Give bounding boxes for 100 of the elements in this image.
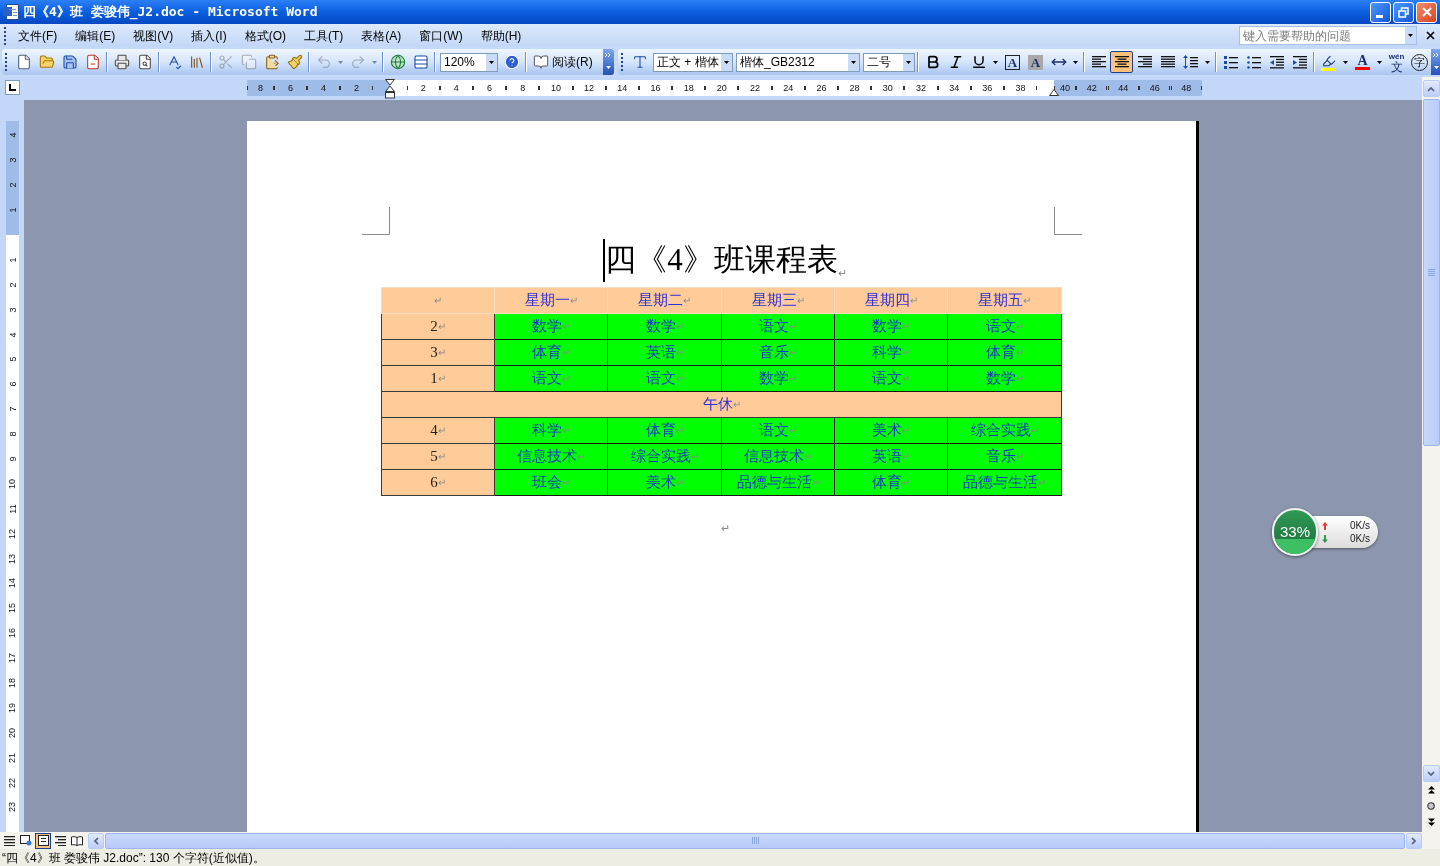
arrow-down-icon (1322, 534, 1328, 543)
view-button[interactable] (35, 832, 51, 849)
ruler-number: 26 (816, 83, 827, 93)
table-cell: 综合实践↵ (948, 418, 1062, 444)
restore-button[interactable] (1393, 1, 1414, 23)
phonetic-guide-button[interactable]: wén 文 (1385, 51, 1408, 73)
table-cell: 信息技术↵ (722, 444, 835, 470)
table-cell: 综合实践↵ (608, 444, 722, 470)
indent-marker-icon[interactable] (385, 79, 395, 99)
ruler-number: 3 (7, 307, 18, 313)
menu-item[interactable]: 帮助(H) (471, 25, 531, 46)
left-tab-icon (9, 84, 16, 91)
column-header: 星期四↵ (835, 287, 948, 314)
table-cell: 美术↵ (608, 470, 722, 496)
ruler-number: 1 (7, 257, 18, 263)
help-search-field[interactable]: 键入需要帮助的问题 (1239, 26, 1417, 45)
minimize-icon (1376, 14, 1383, 18)
upload-speed: 0K/s (1349, 519, 1370, 532)
blank-page-icon (15, 54, 32, 70)
web-page-icon (20, 835, 32, 846)
restore-icon (1398, 6, 1409, 18)
menu-item[interactable]: 插入(I) (182, 25, 236, 46)
caret-down-icon (1377, 60, 1382, 64)
table-cell: 体育↵ (608, 418, 722, 444)
ruler-number: 10 (7, 478, 18, 489)
page-icon (37, 835, 49, 846)
ruler-number: 20 (7, 727, 18, 738)
ruler-number: 15 (7, 603, 18, 614)
menu-item[interactable]: 窗口(W) (410, 25, 472, 46)
ruler-number: 8 (258, 83, 263, 93)
menu-item[interactable]: 表格(A) (352, 25, 411, 46)
close-icon (1421, 7, 1432, 17)
chevrons-caret-icon (605, 53, 612, 71)
ruler-number: 6 (288, 83, 293, 93)
right-indent-marker-icon[interactable] (1049, 89, 1059, 96)
row-header: 3↵ (381, 340, 495, 366)
ruler-number: 4 (7, 132, 18, 138)
row-header: 2↵ (381, 314, 495, 340)
ruler-number: 4 (321, 83, 326, 93)
zoom-field[interactable]: 120% (440, 52, 498, 72)
table-cell: 午休↵ (381, 392, 1062, 418)
document-minus-icon (84, 54, 101, 70)
table-cell: 数学↵ (948, 366, 1062, 392)
table-icon (412, 54, 429, 70)
column-header: 星期五↵ (948, 287, 1062, 314)
toolbar-options-button[interactable] (1431, 49, 1440, 75)
ruler-number: 3 (7, 157, 18, 163)
align-center-icon (1114, 56, 1129, 68)
menu-item[interactable]: 格式(O) (235, 25, 295, 46)
table-cell: 数学↵ (608, 314, 722, 340)
style-field[interactable]: 正文 + 楷体 (653, 52, 733, 72)
printer-icon (113, 54, 130, 70)
table-cell: 音乐↵ (948, 444, 1062, 470)
font-size-field[interactable]: 二号 (863, 52, 915, 72)
double-up-arrow-icon (1427, 786, 1435, 794)
status-text: “四《4》班 娄骏伟 J2.doc”: 130 个字符(近似值)。 (2, 849, 265, 866)
font-color-button[interactable]: A (1351, 51, 1374, 73)
open-book-icon (533, 54, 549, 70)
scroll-up-button[interactable] (1422, 80, 1440, 97)
column-header: 星期三↵ (722, 287, 835, 314)
menu-item[interactable]: 文件(F) (9, 25, 67, 46)
document-title: 四《4》班课程表↵ (605, 241, 847, 280)
menu-item[interactable]: 编辑(E) (66, 25, 125, 46)
ruler-number: 8 (7, 431, 18, 437)
read-button[interactable]: 阅读(R) (529, 51, 601, 73)
chevron-right-icon (1411, 836, 1417, 845)
table-cell: 语文↵ (722, 418, 835, 444)
ruler-number: 28 (849, 83, 860, 93)
minimize-button[interactable] (1370, 1, 1391, 23)
ruler-number: 16 (7, 628, 18, 639)
ruler-number: 44 (1118, 83, 1129, 93)
ruler-number: 2 (420, 83, 426, 93)
scrollbar-thumb[interactable] (1422, 99, 1440, 446)
scroll-right-button[interactable] (1406, 832, 1422, 849)
font-field[interactable]: 楷体_GB2312 (736, 52, 860, 72)
tab-selector-button[interactable] (5, 80, 20, 95)
caret-down-icon (372, 60, 377, 64)
ruler-number: 18 (7, 678, 18, 688)
table-cell: 数学↵ (495, 314, 608, 340)
ruler-number: 14 (7, 578, 18, 589)
scissors-icon (217, 54, 234, 70)
table-cell: 信息技术↵ (495, 444, 608, 470)
menu-item[interactable]: 工具(T) (295, 25, 353, 46)
close-button[interactable] (1416, 1, 1437, 23)
caret-down-icon (1073, 60, 1078, 64)
toolbar-options-button[interactable] (603, 49, 614, 75)
row-header: 1↵ (381, 366, 495, 392)
paintbrush-icon (286, 54, 303, 70)
table-cell: 数学↵ (722, 366, 835, 392)
menu-item[interactable]: 视图(V) (124, 25, 183, 46)
align-center-button[interactable] (1110, 51, 1133, 73)
close-icon[interactable] (1426, 31, 1435, 40)
ruler-number: 9 (7, 456, 18, 462)
ruler-number: 4 (7, 332, 18, 338)
double-down-arrow-icon (1427, 818, 1435, 826)
document-icon (3, 4, 19, 20)
scroll-left-button[interactable] (88, 832, 104, 849)
paragraph-mark: ↵ (720, 521, 730, 536)
margin-corner-mark (362, 207, 390, 235)
text-cursor (603, 238, 606, 282)
